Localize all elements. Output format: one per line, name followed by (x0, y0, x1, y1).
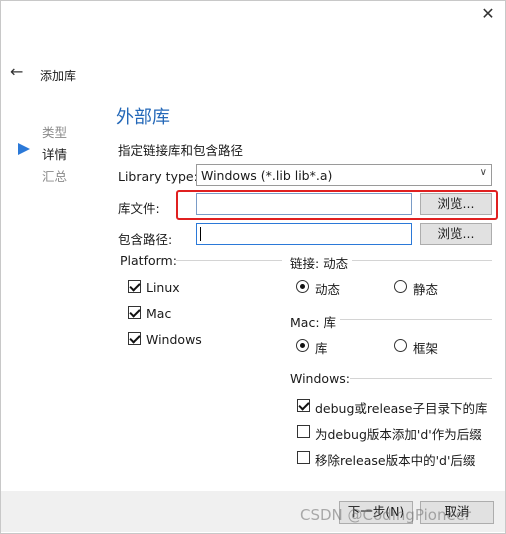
step-details: 详情 (42, 147, 68, 162)
include-path-label: 包含路径: (118, 232, 173, 247)
text-cursor (200, 227, 201, 241)
remove-d-suffix-label: 移除release版本中的'd'后缀 (315, 453, 476, 468)
mac-checkbox[interactable] (128, 306, 141, 319)
mac-library-label: 库 (315, 341, 328, 356)
current-step-arrow-icon (18, 143, 30, 155)
add-d-suffix-checkbox[interactable] (297, 425, 310, 438)
library-type-select[interactable]: Windows (*.lib lib*.a) ∨ (196, 164, 492, 186)
mac-library-radio[interactable] (296, 339, 309, 352)
add-d-suffix-label: 为debug版本添加'd'作为后缀 (315, 427, 482, 442)
windows-checkbox[interactable] (128, 332, 141, 345)
linkage-static-label: 静态 (413, 282, 439, 297)
library-file-label: 库文件: (118, 201, 160, 216)
linkage-static-radio[interactable] (394, 280, 407, 293)
mac-framework-label: 框架 (413, 341, 439, 356)
linkage-dynamic-label: 动态 (315, 282, 341, 297)
mac-divider (340, 319, 492, 320)
linux-label: Linux (146, 280, 180, 295)
chevron-down-icon: ∨ (479, 167, 487, 178)
platform-group-title: Platform: (120, 253, 177, 268)
section-title: 外部库 (116, 107, 170, 128)
platform-divider (176, 260, 282, 261)
linux-checkbox[interactable] (128, 280, 141, 293)
library-type-label: Library type: (118, 169, 198, 184)
remove-d-suffix-checkbox[interactable] (297, 451, 310, 464)
library-file-input[interactable] (196, 193, 412, 215)
windows-divider (350, 378, 492, 379)
mac-framework-radio[interactable] (394, 339, 407, 352)
watermark: CSDN @CodingPioneer (300, 506, 472, 524)
windows-label: Windows (146, 332, 202, 347)
dialog-title: 添加库 (40, 69, 77, 83)
linkage-group-title: 链接: 动态 (290, 256, 349, 271)
step-type: 类型 (42, 125, 68, 140)
step-summary: 汇总 (42, 169, 68, 184)
mac-label: Mac (146, 306, 172, 321)
section-subtitle: 指定链接库和包含路径 (118, 143, 244, 158)
linkage-divider (352, 260, 492, 261)
library-type-value: Windows (*.lib lib*.a) (201, 168, 333, 183)
browse-library-button[interactable]: 浏览... (420, 193, 492, 215)
debug-release-subdir-checkbox[interactable] (297, 399, 310, 412)
linkage-dynamic-radio[interactable] (296, 280, 309, 293)
debug-release-subdir-label: debug或release子目录下的库 (315, 401, 488, 416)
back-arrow-icon[interactable]: ← (10, 62, 23, 81)
windows-group-title: Windows: (290, 371, 351, 386)
mac-group-title: Mac: 库 (290, 315, 337, 330)
close-icon[interactable]: ✕ (478, 4, 498, 24)
include-path-input[interactable] (196, 223, 412, 245)
browse-include-button[interactable]: 浏览... (420, 223, 492, 245)
